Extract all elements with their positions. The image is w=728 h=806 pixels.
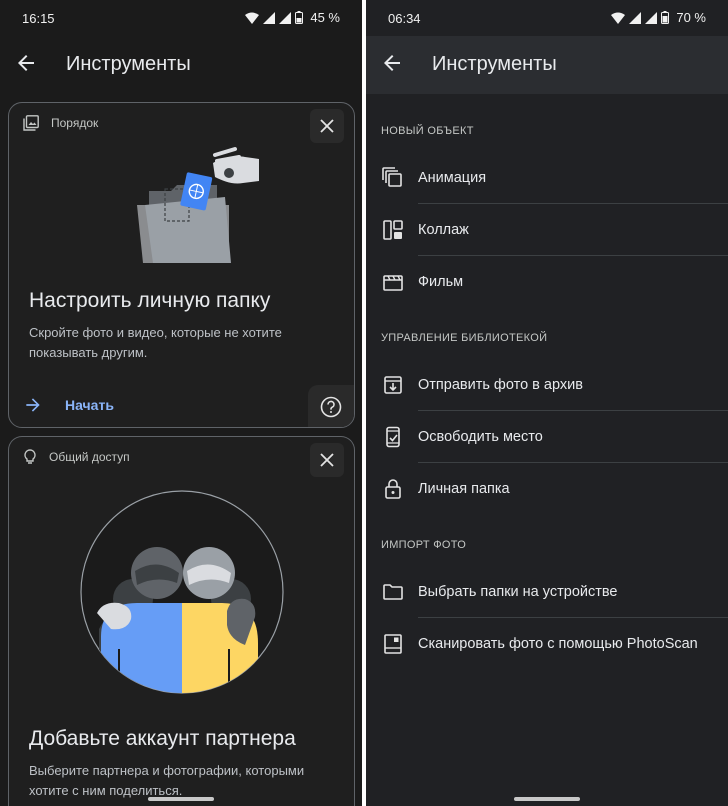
wifi-icon (245, 12, 260, 24)
dismiss-button[interactable] (310, 109, 344, 143)
wifi-icon (611, 12, 626, 24)
menu-item-label: Выбрать папки на устройстве (418, 584, 618, 600)
section-header: ИМПОРТ ФОТО (381, 539, 467, 551)
card-description: Скройте фото и видео, которые не хотите … (29, 325, 282, 360)
help-icon (320, 396, 342, 418)
lock-icon (385, 479, 401, 499)
movie-icon (383, 275, 403, 291)
battery-percent: 45 % (310, 10, 340, 25)
signal-icon (629, 11, 642, 24)
menu-item-label: Фильм (418, 274, 464, 290)
page-title: Инструменты (66, 53, 191, 75)
partner-sharing-card: Общий доступ Добавьте аккаунт партнера В… (8, 436, 355, 806)
menu-item-private-folder[interactable]: Личная папка (366, 465, 728, 515)
menu-item-label: Личная папка (418, 481, 510, 497)
divider (418, 255, 728, 256)
status-bar: 16:15 45 % (0, 0, 362, 36)
menu-item-movie[interactable]: Фильм (366, 258, 728, 308)
menu-item-collage[interactable]: Коллаж (366, 206, 728, 256)
private-folder-card: Порядок Настроить личную папку Скройте ф… (8, 102, 355, 428)
card-category-label: Порядок (51, 116, 99, 130)
app-bar: Инструменты (0, 36, 362, 94)
menu-item-label: Коллаж (418, 222, 469, 238)
start-button-label: Начать (65, 397, 114, 413)
free-space-icon (386, 426, 400, 448)
signal-icon (645, 11, 658, 24)
status-time: 16:15 (22, 11, 55, 26)
photo-library-icon (23, 115, 39, 131)
card-heading: Настроить личную папку (29, 289, 271, 312)
start-button[interactable]: Начать (23, 395, 114, 415)
back-arrow-icon[interactable] (380, 51, 404, 75)
archive-icon (384, 376, 402, 394)
status-bar: 06:34 70 % (366, 0, 728, 36)
collage-icon (383, 220, 403, 240)
menu-item-label: Сканировать фото с помощью PhotoScan (418, 636, 698, 652)
dismiss-button[interactable] (310, 443, 344, 477)
lightbulb-icon (24, 449, 36, 464)
menu-item-device-folders[interactable]: Выбрать папки на устройстве (366, 568, 728, 618)
status-time: 06:34 (388, 11, 421, 26)
status-icons: 70 % (611, 10, 706, 25)
section-header: НОВЫЙ ОБЪЕКТ (381, 125, 474, 137)
battery-percent: 70 % (676, 10, 706, 25)
partner-sharing-illustration (80, 490, 284, 694)
private-folder-illustration (137, 147, 259, 263)
section-header: УПРАВЛЕНИЕ БИБЛИОТЕКОЙ (381, 332, 548, 344)
card-description: Выберите партнера и фотографии, которыми… (29, 763, 305, 798)
battery-icon (295, 11, 304, 24)
status-icons: 45 % (245, 10, 340, 25)
battery-icon (661, 11, 670, 24)
left-phone-screen: 16:15 45 % Инструменты Порядок Настроить… (0, 0, 362, 806)
card-category-label: Общий доступ (49, 450, 130, 464)
back-arrow-icon[interactable] (14, 51, 38, 75)
gesture-nav-handle[interactable] (148, 797, 214, 801)
menu-item-archive[interactable]: Отправить фото в архив (366, 361, 728, 411)
card-heading: Добавьте аккаунт партнера (29, 727, 296, 750)
photoscan-icon (384, 634, 402, 654)
divider (418, 462, 728, 463)
animation-icon (382, 167, 402, 187)
app-bar: Инструменты (366, 36, 728, 94)
divider (418, 203, 728, 204)
menu-item-animation[interactable]: Анимация (366, 154, 728, 204)
menu-item-label: Отправить фото в архив (418, 377, 583, 393)
arrow-forward-icon (26, 398, 40, 412)
menu-item-label: Освободить место (418, 429, 543, 445)
signal-icon (279, 11, 292, 24)
divider (418, 410, 728, 411)
divider (418, 617, 728, 618)
gesture-nav-handle[interactable] (514, 797, 580, 801)
right-phone-screen: 06:34 70 % Инструменты НОВЫЙ ОБЪЕКТ Аним… (366, 0, 728, 806)
folder-icon (383, 584, 403, 600)
menu-item-photoscan[interactable]: Сканировать фото с помощью PhotoScan (366, 620, 728, 670)
help-button[interactable] (308, 385, 354, 427)
page-title: Инструменты (432, 53, 557, 75)
menu-item-label: Анимация (418, 170, 487, 186)
close-icon (320, 453, 334, 467)
card-category: Порядок (23, 115, 98, 131)
card-category: Общий доступ (23, 449, 130, 465)
menu-item-free-space[interactable]: Освободить место (366, 413, 728, 463)
signal-icon (263, 11, 276, 24)
close-icon (320, 119, 334, 133)
